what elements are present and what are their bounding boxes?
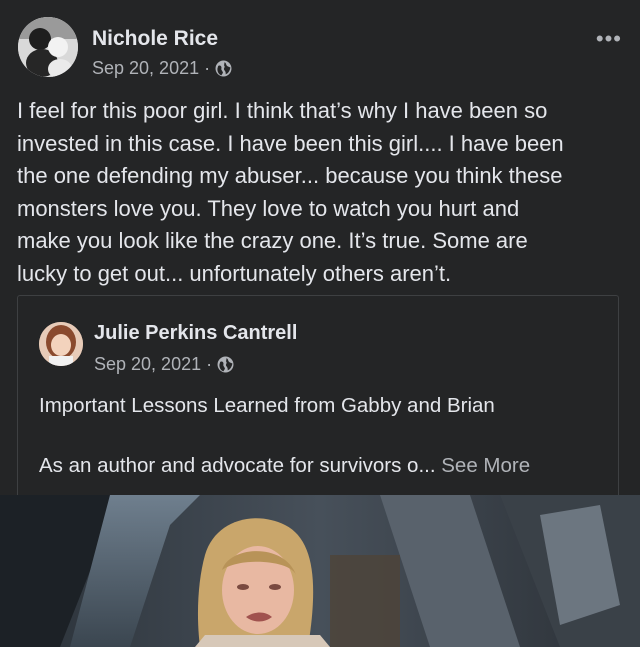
globe-icon bbox=[215, 60, 232, 77]
see-more-link[interactable]: See More bbox=[441, 454, 530, 477]
attached-photo[interactable] bbox=[0, 495, 640, 647]
avatar-image bbox=[39, 322, 83, 366]
post-text-line: the one defending my abuser... because y… bbox=[17, 163, 563, 189]
author-avatar[interactable] bbox=[18, 17, 78, 77]
shared-post-card[interactable]: Julie Perkins Cantrell Sep 20, 2021 · Im… bbox=[17, 295, 619, 496]
shared-post-meta: Sep 20, 2021 · bbox=[94, 354, 234, 375]
shared-excerpt-text: As an author and advocate for survivors … bbox=[39, 454, 436, 477]
post-body: I feel for this poor girl. I think that’… bbox=[17, 95, 617, 291]
post-date[interactable]: Sep 20, 2021 · bbox=[92, 58, 210, 79]
post-text-line: invested in this case. I have been this … bbox=[17, 130, 564, 156]
more-options-button[interactable]: ••• bbox=[596, 26, 622, 52]
shared-post-date[interactable]: Sep 20, 2021 · bbox=[94, 354, 212, 375]
post-meta: Sep 20, 2021 · bbox=[92, 58, 232, 79]
globe-icon bbox=[217, 356, 234, 373]
avatar-image bbox=[18, 17, 78, 77]
photo-image bbox=[0, 495, 640, 647]
post-header: Nichole Rice Sep 20, 2021 · ••• bbox=[16, 14, 624, 84]
facebook-post: Nichole Rice Sep 20, 2021 · ••• I feel f… bbox=[0, 0, 640, 647]
shared-author-avatar[interactable] bbox=[39, 322, 83, 366]
post-text-line: lucky to get out... unfortunately others… bbox=[17, 260, 452, 286]
author-name[interactable]: Nichole Rice bbox=[92, 27, 218, 51]
post-text-line: I feel for this poor girl. I think that’… bbox=[17, 98, 548, 123]
shared-author-name[interactable]: Julie Perkins Cantrell bbox=[94, 322, 297, 345]
post-text-line: make you look like the crazy one. It’s t… bbox=[17, 228, 528, 254]
shared-post-title: Important Lessons Learned from Gabby and… bbox=[39, 394, 495, 417]
shared-post-excerpt: As an author and advocate for survivors … bbox=[39, 454, 530, 478]
post-text-line: monsters love you. They love to watch yo… bbox=[17, 195, 520, 221]
